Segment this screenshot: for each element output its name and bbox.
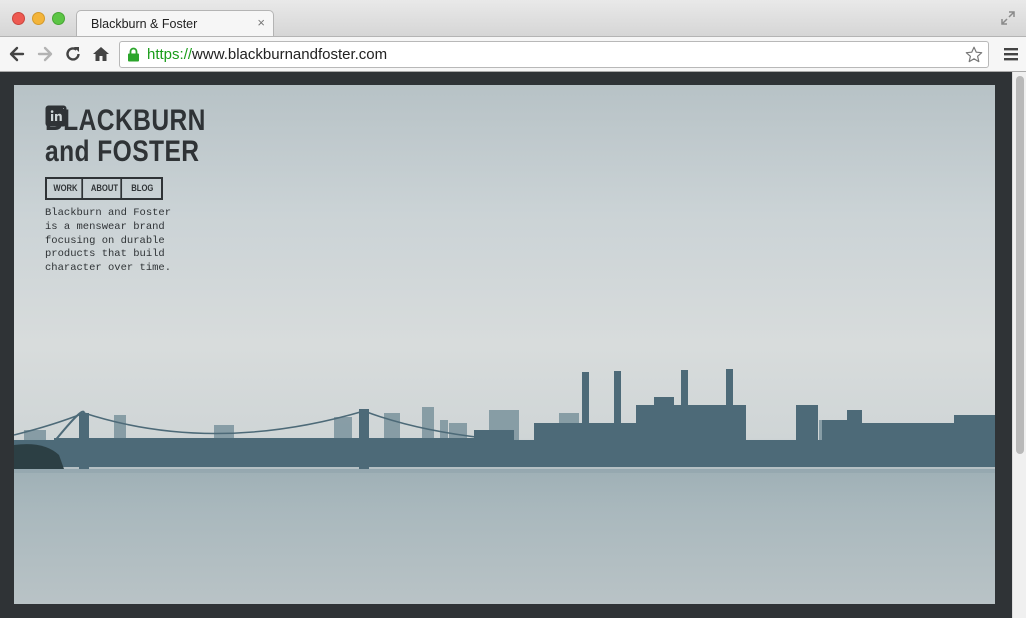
vertical-scrollbar[interactable] xyxy=(1012,72,1026,618)
tagline: Blackburn and Foster is a menswear brand… xyxy=(45,207,172,275)
address-bar[interactable]: https://www.blackburnandfoster.com xyxy=(119,41,989,68)
fullscreen-icon[interactable] xyxy=(1000,10,1016,26)
home-icon[interactable] xyxy=(91,44,111,64)
browser-tab[interactable]: Blackburn & Foster × xyxy=(76,10,274,37)
hero-photo: BLACKBURN and FOSTER WORK ABOUT BLOG Bla… xyxy=(14,85,995,604)
url-host: www.blackburnandfoster.com xyxy=(192,46,388,63)
main-nav: WORK ABOUT BLOG xyxy=(45,177,163,200)
url-text[interactable]: https://www.blackburnandfoster.com xyxy=(147,46,387,63)
instagram-icon[interactable] xyxy=(45,105,98,307)
window-minimize-button[interactable] xyxy=(32,12,45,25)
logo-line-2[interactable]: and FOSTER xyxy=(45,136,199,167)
twitter-icon[interactable] xyxy=(45,105,129,307)
star-icon[interactable] xyxy=(964,45,984,65)
nav-work[interactable]: WORK xyxy=(50,179,83,198)
site-header: BLACKBURN and FOSTER WORK ABOUT BLOG Bla… xyxy=(45,105,205,307)
social-links xyxy=(45,105,185,307)
window-zoom-button[interactable] xyxy=(52,12,65,25)
forward-arrow-icon[interactable] xyxy=(35,44,55,64)
url-scheme: https xyxy=(147,46,180,63)
url-separator: :// xyxy=(179,46,193,63)
linkedin-icon[interactable] xyxy=(45,105,160,307)
back-arrow-icon[interactable] xyxy=(7,44,27,64)
window-close-button[interactable] xyxy=(12,12,25,25)
title-bar: Blackburn & Foster × xyxy=(0,0,1026,37)
tab-title: Blackburn & Foster xyxy=(91,17,198,31)
browser-toolbar: https://www.blackburnandfoster.com xyxy=(0,36,1026,72)
scrollbar-thumb[interactable] xyxy=(1016,76,1024,454)
reload-icon[interactable] xyxy=(63,44,83,64)
nav-blog[interactable]: BLOG xyxy=(127,179,158,198)
tab-close-icon[interactable]: × xyxy=(257,15,265,30)
facebook-icon[interactable] xyxy=(45,105,67,307)
nav-about[interactable]: ABOUT xyxy=(89,179,122,198)
lock-icon xyxy=(128,47,139,62)
hamburger-menu-icon[interactable] xyxy=(1004,46,1018,62)
